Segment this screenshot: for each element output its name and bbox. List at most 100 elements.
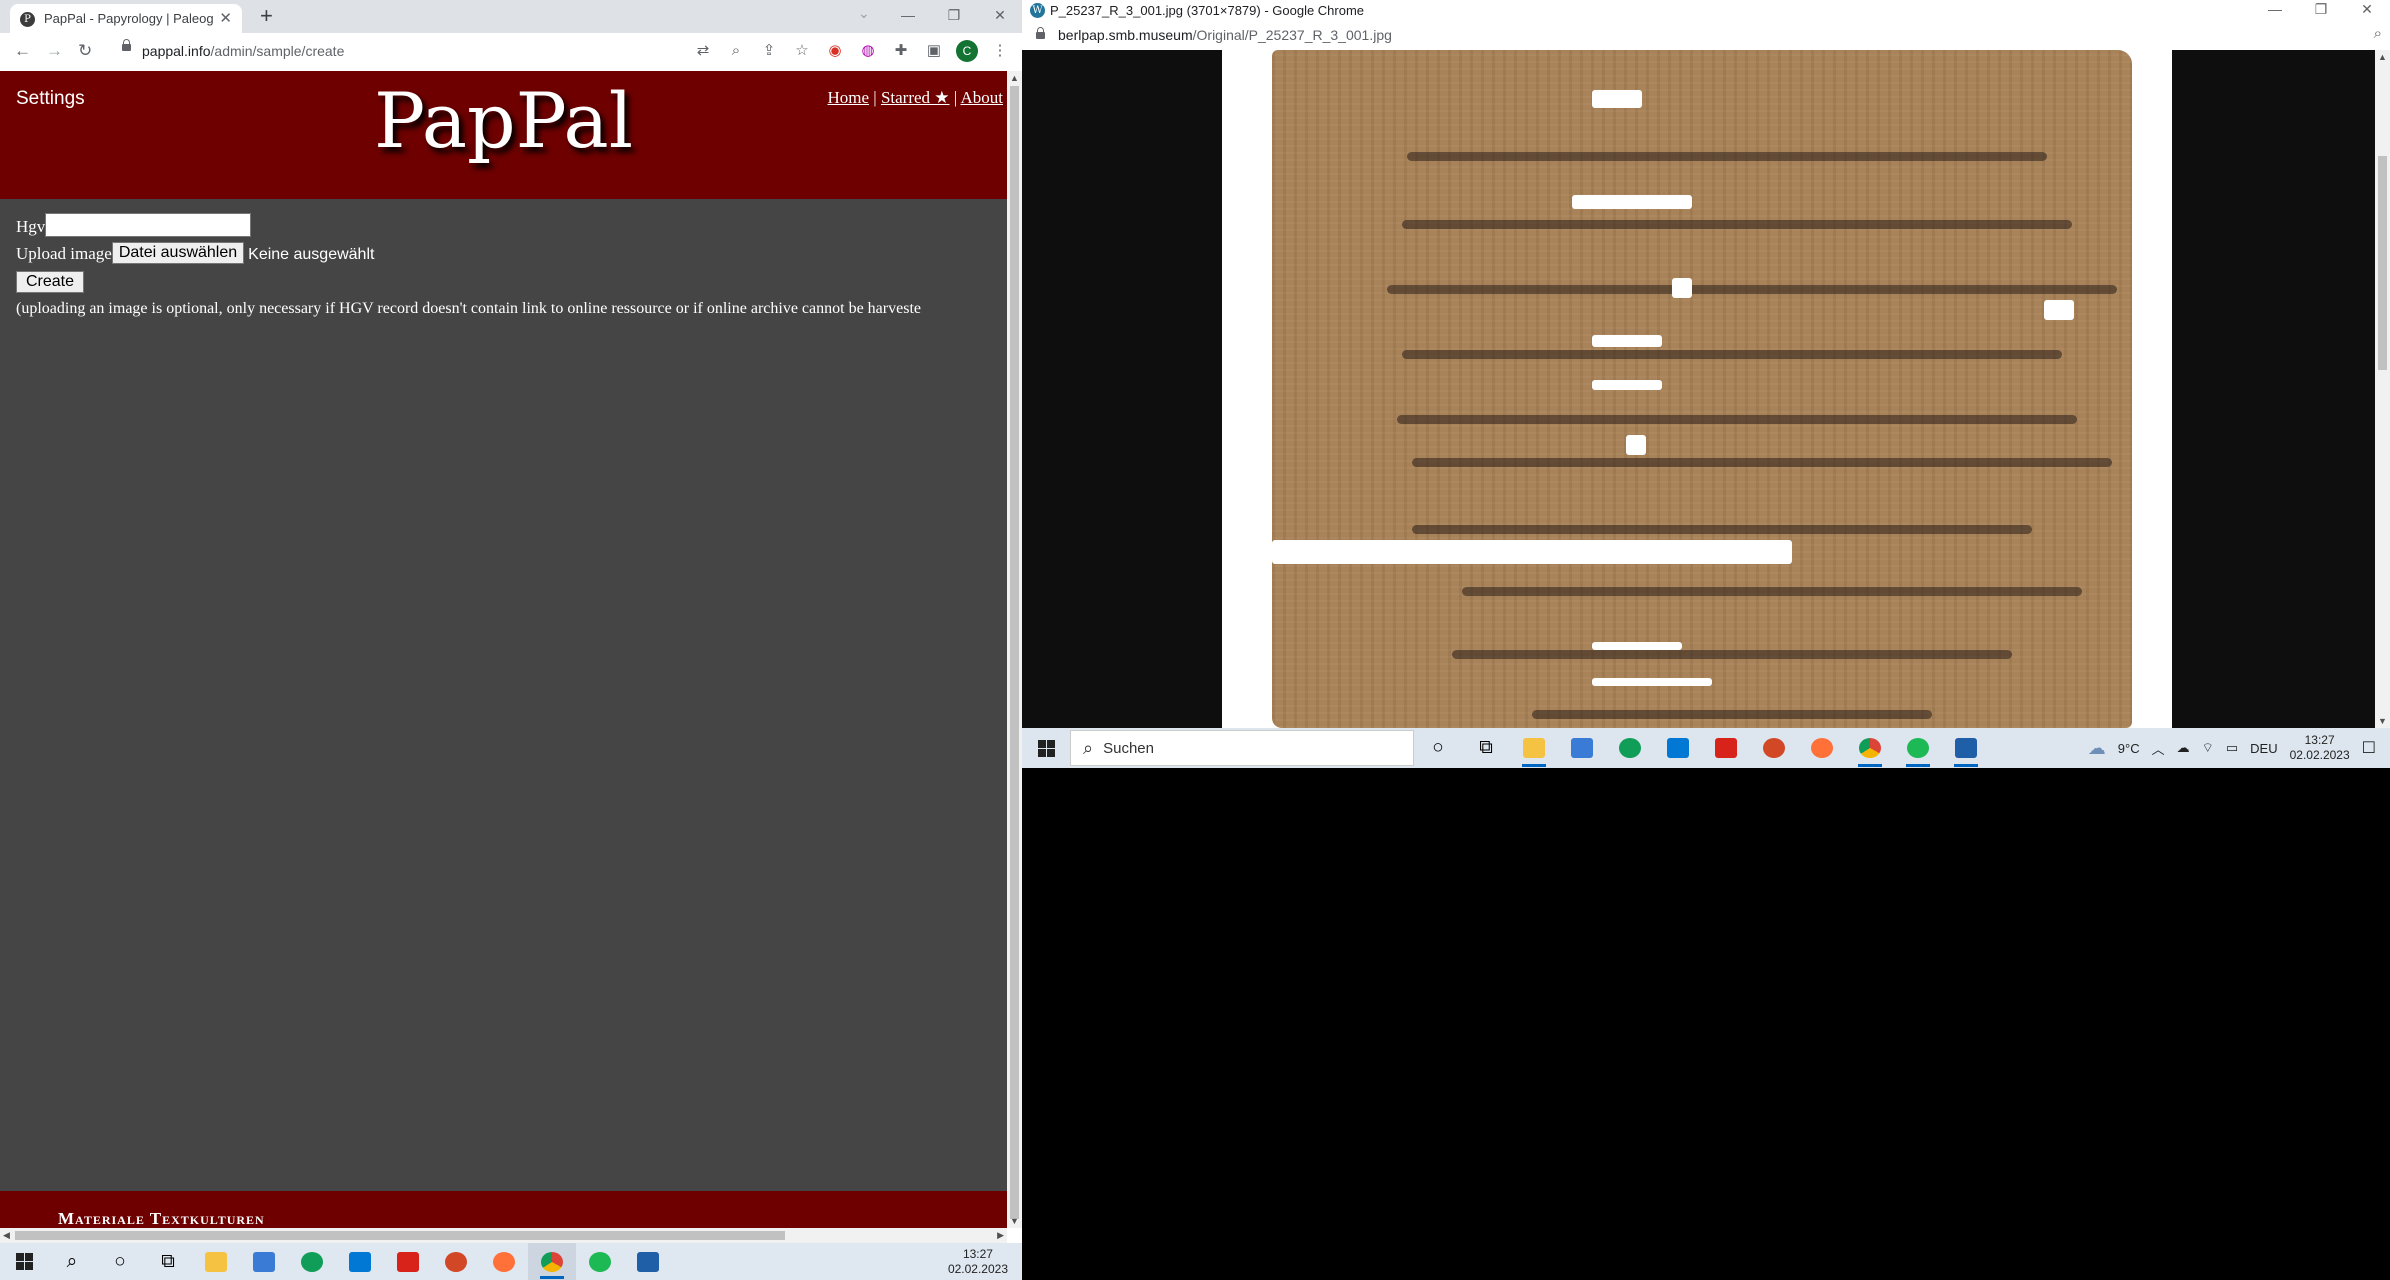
horizontal-scroll-thumb[interactable]: [15, 1231, 785, 1240]
create-button[interactable]: Create: [16, 271, 85, 293]
sidepanel-icon[interactable]: ▣: [923, 40, 945, 62]
chevron-up-icon[interactable]: ︿: [2152, 739, 2165, 758]
spotify-icon[interactable]: [576, 1243, 624, 1280]
windows-start-icon[interactable]: [0, 1243, 48, 1280]
reload-icon[interactable]: ↻: [78, 41, 92, 61]
scroll-down-icon[interactable]: ▼: [2378, 716, 2387, 726]
share-icon[interactable]: ⇪: [758, 40, 780, 62]
spotify-icon[interactable]: [1894, 728, 1942, 768]
store-icon[interactable]: [1558, 728, 1606, 768]
search-placeholder: Suchen: [1103, 739, 1154, 757]
image-viewer[interactable]: [1022, 50, 2375, 728]
edge-icon[interactable]: [1606, 728, 1654, 768]
store-icon[interactable]: [240, 1243, 288, 1280]
address-bar-row: ← → ↻ pappal.info/admin/sample/create ⇄ …: [0, 33, 1022, 72]
photos-icon[interactable]: [1942, 728, 1990, 768]
cortana-icon[interactable]: ○: [1414, 728, 1462, 768]
tab-pappal[interactable]: P PapPal - Papyrology | Paleograph ✕: [10, 4, 242, 33]
onedrive-icon[interactable]: ☁: [2177, 740, 2190, 756]
mail-icon[interactable]: [336, 1243, 384, 1280]
scroll-left-icon[interactable]: ◀: [3, 1230, 10, 1241]
chrome-icon[interactable]: [528, 1243, 576, 1280]
url-field[interactable]: berlpap.smb.museum/Original/P_25237_R_3_…: [1058, 27, 1392, 43]
title-bar: W P_25237_R_3_001.jpg (3701×7879) - Goog…: [1022, 0, 2390, 22]
taskbar-left: ⌕ ○ ⧉ 13:27 02.02.2023: [0, 1243, 1022, 1280]
explorer-icon[interactable]: [1510, 728, 1558, 768]
acrobat-icon[interactable]: [1702, 728, 1750, 768]
minimize-icon[interactable]: —: [885, 0, 931, 33]
windows-start-icon[interactable]: [1022, 728, 1070, 768]
zoom-icon[interactable]: ⌕: [725, 40, 747, 62]
clock[interactable]: 13:27 02.02.2023: [948, 1247, 1008, 1277]
mail-icon[interactable]: [1654, 728, 1702, 768]
restore-icon[interactable]: ❐: [931, 0, 977, 33]
network-icon[interactable]: ⌔: [2202, 740, 2214, 756]
vertical-scrollbar[interactable]: ▲ ▼: [2375, 50, 2390, 728]
vertical-scroll-thumb[interactable]: [2378, 156, 2387, 370]
explorer-icon[interactable]: [192, 1243, 240, 1280]
close-tab-icon[interactable]: ✕: [219, 9, 232, 27]
task-view-icon[interactable]: ⧉: [144, 1243, 192, 1280]
sample-create-form: Hgv Upload image Datei auswählen Keine aus…: [16, 213, 921, 325]
close-window-icon[interactable]: ✕: [977, 0, 1022, 33]
firefox-icon[interactable]: [480, 1243, 528, 1280]
horizontal-scrollbar[interactable]: ◀ ▶: [0, 1228, 1007, 1243]
language-indicator[interactable]: DEU: [2250, 741, 2277, 756]
lock-icon[interactable]: [122, 39, 131, 51]
acrobat-icon[interactable]: [384, 1243, 432, 1280]
chrome-icon[interactable]: [1846, 728, 1894, 768]
upload-label: Upload image: [16, 244, 112, 263]
vertical-scrollbar[interactable]: ▲ ▼: [1007, 71, 1022, 1228]
forward-arrow-icon[interactable]: →: [46, 41, 63, 61]
extension-icon[interactable]: ◉: [824, 40, 846, 62]
puzzle-icon[interactable]: ✚: [890, 40, 912, 62]
nav-about[interactable]: About: [961, 88, 1004, 107]
cloud-icon[interactable]: ☁: [2088, 738, 2106, 759]
hgv-input[interactable]: [45, 213, 251, 237]
favicon-icon: P: [20, 12, 35, 27]
address-bar-row: berlpap.smb.museum/Original/P_25237_R_3_…: [1022, 22, 2390, 50]
cortana-icon[interactable]: ○: [96, 1243, 144, 1280]
photos-icon[interactable]: [624, 1243, 672, 1280]
scroll-right-icon[interactable]: ▶: [997, 1230, 1004, 1241]
battery-icon[interactable]: ▭: [2226, 740, 2238, 756]
task-view-icon[interactable]: ⧉: [1462, 728, 1510, 768]
powerpoint-icon[interactable]: [432, 1243, 480, 1280]
footer-title: Materiale Textkulturen: [58, 1209, 265, 1228]
tab-search-icon[interactable]: ⌄: [858, 5, 870, 22]
url-field[interactable]: pappal.info/admin/sample/create: [142, 43, 344, 59]
scroll-up-icon[interactable]: ▲: [2378, 52, 2387, 62]
search-icon[interactable]: ⌕: [48, 1243, 96, 1280]
vertical-scroll-thumb[interactable]: [1010, 86, 1019, 1219]
site-header: Settings PapPal Home | Starred ★ | About: [0, 71, 1007, 199]
firefox-icon[interactable]: [1798, 728, 1846, 768]
new-tab-button[interactable]: +: [260, 3, 273, 29]
site-footer: Materiale Textkulturen: [0, 1191, 1007, 1228]
nav-starred[interactable]: Starred ★: [881, 88, 950, 107]
papyrus-image[interactable]: [1222, 50, 2172, 728]
weather-text[interactable]: 9°C: [2118, 741, 2140, 756]
notification-icon[interactable]: ☐: [2362, 738, 2376, 758]
search-icon: ⌕: [1083, 737, 1094, 758]
window-title: P_25237_R_3_001.jpg (3701×7879) - Google…: [1050, 3, 1365, 18]
scroll-up-icon[interactable]: ▲: [1010, 73, 1019, 83]
lock-icon[interactable]: [1036, 27, 1045, 39]
profile-avatar[interactable]: C: [956, 40, 978, 62]
papyrus-fragment: [1272, 50, 2132, 728]
translate-icon[interactable]: ⇄: [692, 40, 714, 62]
window-controls: — ❐ ✕: [885, 0, 1022, 33]
powerpoint-icon[interactable]: [1750, 728, 1798, 768]
choose-file-button[interactable]: Datei auswählen: [111, 242, 245, 265]
taskbar-search[interactable]: ⌕ Suchen: [1070, 730, 1414, 766]
tab-strip: P PapPal - Papyrology | Paleograph ✕ + ⌄…: [0, 0, 1022, 33]
zoom-icon[interactable]: ⌕: [2374, 25, 2382, 42]
extension-2-icon[interactable]: ◍: [857, 40, 879, 62]
back-arrow-icon[interactable]: ←: [14, 41, 31, 61]
taskbar-right: ⌕ Suchen ○ ⧉ ☁ 9°C ︿ ☁ ⌔ ▭ DEU 13:27 02.…: [1022, 728, 2390, 768]
nav-home[interactable]: Home: [827, 88, 869, 107]
edge-icon[interactable]: [288, 1243, 336, 1280]
star-icon[interactable]: ☆: [791, 40, 813, 62]
scroll-down-icon[interactable]: ▼: [1010, 1216, 1019, 1226]
menu-icon[interactable]: ⋮: [989, 40, 1011, 62]
clock[interactable]: 13:27 02.02.2023: [2290, 733, 2350, 763]
